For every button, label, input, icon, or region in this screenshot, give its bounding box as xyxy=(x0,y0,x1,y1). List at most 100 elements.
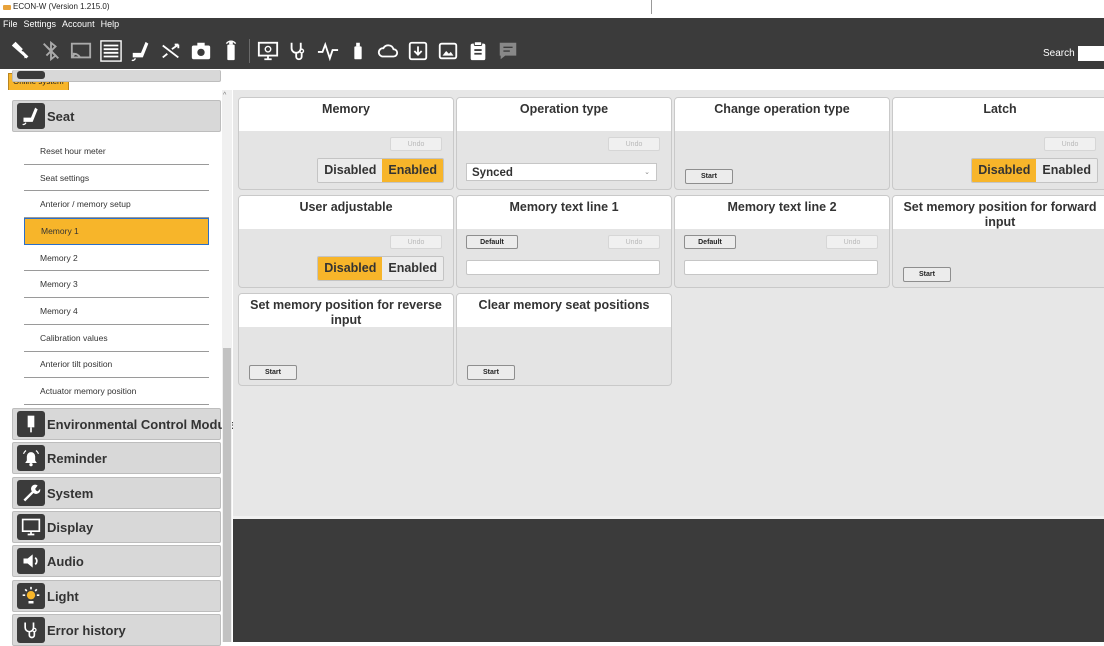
sidebar-section-label: Audio xyxy=(47,553,84,569)
sidebar-section-seat[interactable]: Seat xyxy=(12,100,221,132)
sidebar-scrollbar[interactable]: ^ xyxy=(222,90,232,642)
toggle-disabled-option[interactable]: Disabled xyxy=(972,159,1037,182)
card-clear-memory-seat-positions: Clear memory seat positions Start xyxy=(456,293,672,386)
bottom-panel xyxy=(233,519,1104,642)
card-change-operation-type: Change operation type Start xyxy=(674,97,890,190)
list-icon[interactable] xyxy=(96,37,126,65)
seat-subitems: Reset hour meter Seat settings Anterior … xyxy=(24,138,209,405)
bluetooth-connect-icon[interactable] xyxy=(6,37,36,65)
sidebar-item-actuator-memory-position[interactable]: Actuator memory position xyxy=(24,378,209,405)
sidebar-section-label: Reminder xyxy=(47,450,107,466)
undo-button[interactable]: Undo xyxy=(608,235,660,249)
sidebar-section-system[interactable]: System xyxy=(12,477,221,509)
seat-icon xyxy=(17,103,45,129)
title-divider xyxy=(651,0,652,14)
bluetooth-off-icon[interactable] xyxy=(36,37,66,65)
sidebar-item-reset-hour-meter[interactable]: Reset hour meter xyxy=(24,138,209,165)
scroll-up-arrow-icon[interactable]: ^ xyxy=(223,92,226,99)
speaker-icon xyxy=(17,548,45,574)
window-title: ECON-W (Version 1.215.0) xyxy=(13,2,110,11)
menu-account[interactable]: Account xyxy=(62,18,95,31)
bottle-icon[interactable] xyxy=(343,37,373,65)
sidebar-scroll-thumb[interactable] xyxy=(223,348,231,642)
card-user-adjustable: User adjustable Undo Disabled Enabled xyxy=(238,195,454,288)
toggle-enabled-option[interactable]: Enabled xyxy=(382,159,443,182)
sidebar-section-error-history[interactable]: Error history xyxy=(12,614,221,646)
start-button[interactable]: Start xyxy=(685,169,733,184)
memory-text-1-input[interactable] xyxy=(466,260,660,275)
toggle-disabled-option[interactable]: Disabled xyxy=(318,159,383,182)
camera-icon[interactable] xyxy=(186,37,216,65)
sidebar-item-memory-2[interactable]: Memory 2 xyxy=(24,245,209,272)
user-adjustable-toggle[interactable]: Disabled Enabled xyxy=(317,256,444,281)
undo-button[interactable]: Undo xyxy=(608,137,660,151)
toggle-enabled-option[interactable]: Enabled xyxy=(382,257,443,280)
clipboard-icon[interactable] xyxy=(463,37,493,65)
pulse-icon[interactable] xyxy=(313,37,343,65)
start-button[interactable]: Start xyxy=(467,365,515,380)
undo-button[interactable]: Undo xyxy=(390,235,442,249)
chat-icon[interactable] xyxy=(493,37,523,65)
download-icon[interactable] xyxy=(403,37,433,65)
sidebar-item-memory-4[interactable]: Memory 4 xyxy=(24,298,209,325)
start-button[interactable]: Start xyxy=(249,365,297,380)
search-input[interactable] xyxy=(1078,46,1104,61)
chevron-down-icon: ⌄ xyxy=(644,169,650,176)
partial-section-icon xyxy=(17,70,45,79)
battery-icon[interactable] xyxy=(216,37,246,65)
card-latch: Latch Undo Disabled Enabled xyxy=(892,97,1104,190)
default-button[interactable]: Default xyxy=(684,235,736,249)
sidebar-section-environmental-control-module[interactable]: Environmental Control Module xyxy=(12,408,236,440)
operation-type-select[interactable]: Synced ⌄ xyxy=(466,163,657,181)
top-bar: File Settings Account Help Search xyxy=(0,18,1104,69)
search-label: Search xyxy=(1043,48,1075,59)
stethoscope-icon[interactable] xyxy=(283,37,313,65)
card-title: Set memory position for forward input xyxy=(893,196,1104,229)
toggle-disabled-option[interactable]: Disabled xyxy=(318,257,383,280)
cast-icon[interactable] xyxy=(66,37,96,65)
menu-help[interactable]: Help xyxy=(101,18,120,31)
sidebar-item-seat-settings[interactable]: Seat settings xyxy=(24,165,209,192)
sidebar-section-display[interactable]: Display xyxy=(12,511,221,543)
sidebar-item-anterior-tilt-position[interactable]: Anterior tilt position xyxy=(24,352,209,379)
sidebar-section-light[interactable]: Light xyxy=(12,580,221,612)
sidebar-item-memory-3[interactable]: Memory 3 xyxy=(24,271,209,299)
sidebar-section-reminder[interactable]: Reminder xyxy=(12,442,221,474)
undo-button[interactable]: Undo xyxy=(1044,137,1096,151)
display-icon xyxy=(17,514,45,540)
memory-toggle[interactable]: Disabled Enabled xyxy=(317,158,444,183)
sidebar-section-audio[interactable]: Audio xyxy=(12,545,221,577)
card-memory-text-line-2: Memory text line 2 Default Undo xyxy=(674,195,890,288)
start-button[interactable]: Start xyxy=(903,267,951,282)
card-title: Memory xyxy=(239,98,453,131)
sidebar-section-partial[interactable] xyxy=(12,70,221,82)
shuffle-icon[interactable] xyxy=(156,37,186,65)
wrench-icon xyxy=(17,480,45,506)
toolbar-divider xyxy=(249,39,250,63)
sidebar-item-memory-1[interactable]: Memory 1 xyxy=(24,218,209,245)
toggle-enabled-option[interactable]: Enabled xyxy=(1036,159,1097,182)
sidebar: Seat Reset hour meter Seat settings Ante… xyxy=(0,70,236,646)
undo-button[interactable]: Undo xyxy=(390,137,442,151)
sidebar-section-label: Error history xyxy=(47,622,126,638)
menu-settings[interactable]: Settings xyxy=(24,18,57,31)
seat-icon[interactable] xyxy=(126,37,156,65)
sidebar-item-calibration-values[interactable]: Calibration values xyxy=(24,325,209,352)
sidebar-section-label: Environmental Control Module xyxy=(47,416,237,432)
card-title: Set memory position for reverse input xyxy=(239,294,453,327)
sidebar-section-label: Light xyxy=(47,588,79,604)
cloud-icon[interactable] xyxy=(373,37,403,65)
title-bar: ECON-W (Version 1.215.0) xyxy=(0,0,1104,18)
ecm-icon xyxy=(17,411,45,437)
default-button[interactable]: Default xyxy=(466,235,518,249)
light-icon xyxy=(17,583,45,609)
image-icon[interactable] xyxy=(433,37,463,65)
latch-toggle[interactable]: Disabled Enabled xyxy=(971,158,1098,183)
memory-text-2-input[interactable] xyxy=(684,260,878,275)
card-title: Change operation type xyxy=(675,98,889,131)
menu-file[interactable]: File xyxy=(3,18,18,31)
card-memory: Memory Undo Disabled Enabled xyxy=(238,97,454,190)
monitor-icon[interactable] xyxy=(253,37,283,65)
sidebar-item-anterior-memory-setup[interactable]: Anterior / memory setup xyxy=(24,191,209,219)
undo-button[interactable]: Undo xyxy=(826,235,878,249)
